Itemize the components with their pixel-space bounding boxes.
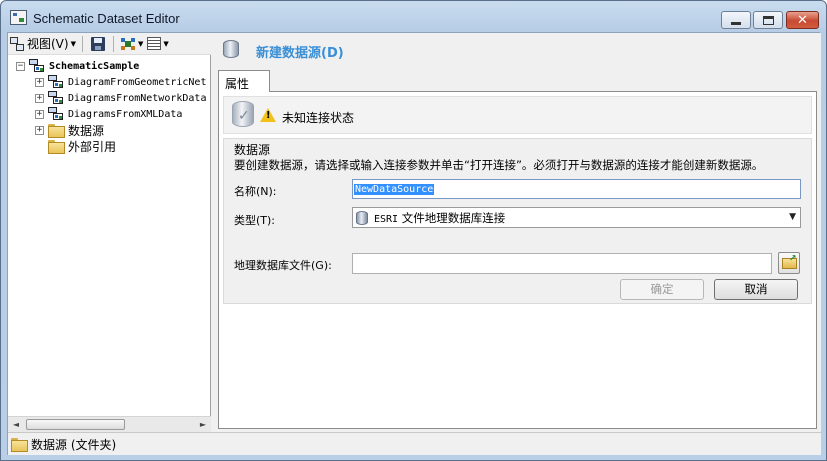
scroll-right-icon[interactable]: ► <box>195 417 211 433</box>
chevron-down-icon[interactable]: ▼ <box>789 212 796 222</box>
tree-item-label: DiagramFromGeometricNet <box>68 76 207 88</box>
datasource-group: 数据源 要创建数据源，请选择或输入连接参数并单击“打开连接”。必须打开与数据源的… <box>223 138 812 304</box>
database-icon <box>221 37 241 61</box>
right-pane: 新建数据源(D) 属性 ✓ 未知连接状态 数据源 要创建数据源，请选择或输入连接… <box>216 33 821 432</box>
gdb-file-label: 地理数据库文件(G): <box>234 259 332 272</box>
toolbar-separator <box>112 35 114 52</box>
connection-database-icon: ✓ <box>230 99 256 131</box>
properties-icon <box>147 37 162 50</box>
client-area: 视图(V) ▼ ▼ ▼ − SchematicSample + DiagramF… <box>7 32 821 455</box>
browse-button[interactable]: ↗ <box>778 252 800 274</box>
layout-button[interactable]: ▼ <box>118 34 145 54</box>
tree-item-label: 数据源 <box>68 123 105 138</box>
tree-item[interactable]: + DiagramsFromNetworkData <box>35 90 206 106</box>
collapse-icon[interactable]: − <box>16 61 25 71</box>
toolbar-separator <box>81 35 83 52</box>
type-select-value: ESRI 文件地理数据库连接 <box>374 210 506 225</box>
ok-button[interactable]: 确定 <box>620 279 704 300</box>
expand-icon[interactable]: + <box>35 125 44 135</box>
name-input-value: NewDataSource <box>354 184 435 195</box>
status-text: 未知连接状态 <box>282 111 355 125</box>
type-label: 类型(T): <box>234 214 276 227</box>
folder-icon <box>48 140 65 154</box>
tree-item-label: 外部引用 <box>68 139 117 154</box>
page-title: 新建数据源(D) <box>256 46 344 61</box>
toolbar: 视图(V) ▼ ▼ ▼ <box>8 33 211 55</box>
database-icon <box>356 210 368 225</box>
tree-item-datasources[interactable]: + 数据源 <box>35 122 104 138</box>
app-window: Schematic Dataset Editor ✕ 视图(V) ▼ ▼ ▼ −… <box>0 0 827 461</box>
scroll-left-icon[interactable]: ◄ <box>8 417 24 433</box>
tree-item[interactable]: + DiagramsFromXMLData <box>35 106 182 122</box>
status-bar: 数据源 (文件夹) <box>8 432 821 455</box>
expand-icon[interactable]: + <box>35 109 44 119</box>
warning-icon <box>260 108 276 122</box>
close-icon: ✕ <box>797 12 808 28</box>
view-menu-button[interactable]: 视图(V) ▼ <box>8 34 78 54</box>
connection-status: ✓ 未知连接状态 <box>223 96 812 134</box>
schematic-dataset-icon <box>29 59 45 73</box>
view-menu-label: 视图(V) <box>27 37 69 51</box>
layout-icon <box>120 37 136 51</box>
expand-icon[interactable]: + <box>35 77 44 87</box>
left-pane: 视图(V) ▼ ▼ ▼ − SchematicSample + DiagramF… <box>8 33 211 432</box>
maximize-icon <box>762 15 774 25</box>
close-button[interactable]: ✕ <box>786 11 819 29</box>
status-bar-text: 数据源 (文件夹) <box>31 437 117 452</box>
tab-panel: ✓ 未知连接状态 数据源 要创建数据源，请选择或输入连接参数并单击“打开连接”。… <box>218 91 817 429</box>
minimize-button[interactable] <box>721 11 751 29</box>
name-label: 名称(N): <box>234 185 277 198</box>
chevron-down-icon: ▼ <box>137 39 144 48</box>
save-button[interactable] <box>87 34 109 54</box>
folder-icon <box>48 124 65 138</box>
name-input[interactable]: NewDataSource <box>352 179 801 199</box>
diagram-template-icon <box>48 75 64 89</box>
title-bar[interactable]: Schematic Dataset Editor ✕ <box>1 1 826 33</box>
gdb-file-input[interactable] <box>352 253 772 274</box>
properties-button[interactable]: ▼ <box>145 34 170 54</box>
tab-properties[interactable]: 属性 <box>218 70 270 92</box>
type-select[interactable]: ESRI 文件地理数据库连接 ▼ <box>352 207 801 228</box>
diagram-template-icon <box>48 107 64 121</box>
tree-item-external-refs[interactable]: 外部引用 <box>48 138 116 154</box>
tree-item-label: DiagramsFromNetworkData <box>68 92 207 104</box>
tree-item-label: SchematicSample <box>49 60 140 72</box>
app-icon <box>10 10 27 25</box>
chevron-down-icon: ▼ <box>70 39 76 48</box>
dataset-tree: − SchematicSample + DiagramFromGeometric… <box>8 56 211 416</box>
tree-item-label: DiagramsFromXMLData <box>68 108 183 120</box>
group-description: 要创建数据源，请选择或输入连接参数并单击“打开连接”。必须打开与数据源的连接才能… <box>234 158 764 172</box>
scrollbar-thumb[interactable] <box>26 419 125 430</box>
window-title: Schematic Dataset Editor <box>33 11 180 26</box>
maximize-button[interactable] <box>753 11 783 29</box>
cancel-button[interactable]: 取消 <box>714 279 798 300</box>
view-icon <box>10 37 24 51</box>
folder-icon <box>11 438 28 452</box>
group-title: 数据源 <box>234 143 271 157</box>
horizontal-scrollbar[interactable]: ◄ ► <box>8 416 211 432</box>
tree-item[interactable]: + DiagramFromGeometricNet <box>35 74 206 90</box>
diagram-template-icon <box>48 91 64 105</box>
expand-icon[interactable]: + <box>35 93 44 103</box>
chevron-down-icon: ▼ <box>163 39 169 48</box>
tree-item-root[interactable]: − SchematicSample <box>16 58 139 74</box>
minimize-icon <box>731 22 741 25</box>
save-icon <box>90 36 105 51</box>
